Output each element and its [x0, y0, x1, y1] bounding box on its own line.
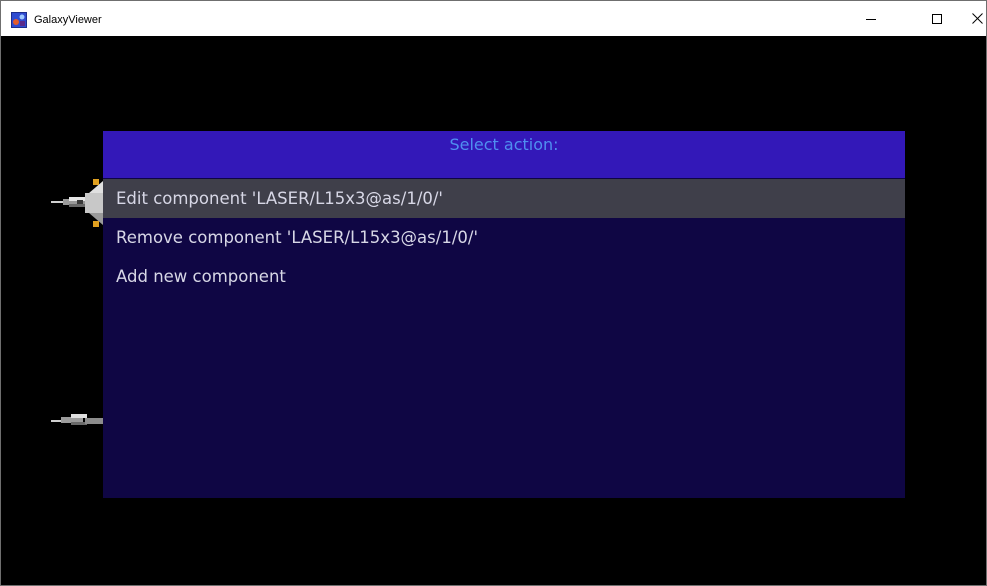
maximize-icon [932, 13, 942, 24]
game-viewport[interactable]: Select action: Edit component 'LASER/L15… [1, 36, 986, 585]
app-window: GalaxyViewer Select action: Edit compone… [0, 0, 987, 586]
menu-item-label: Remove component 'LASER/L15x3@as/1/0/' [116, 228, 478, 247]
minimize-button[interactable] [848, 1, 894, 36]
menu-item-remove-component[interactable]: Remove component 'LASER/L15x3@as/1/0/' [103, 218, 905, 257]
close-icon [971, 13, 983, 24]
menu-item-edit-component[interactable]: Edit component 'LASER/L15x3@as/1/0/' [103, 179, 905, 218]
select-action-dialog: Select action: Edit component 'LASER/L15… [103, 131, 905, 498]
title-bar[interactable]: GalaxyViewer [1, 1, 986, 36]
menu-item-add-component[interactable]: Add new component [103, 257, 905, 296]
menu-item-label: Add new component [116, 267, 286, 286]
galaxy-app-icon [11, 12, 27, 28]
minimize-icon [866, 18, 876, 20]
dialog-title: Select action: [449, 135, 559, 154]
menu-item-label: Edit component 'LASER/L15x3@as/1/0/' [116, 189, 443, 208]
dialog-header: Select action: [103, 131, 905, 178]
close-button[interactable] [954, 1, 987, 36]
window-title: GalaxyViewer [34, 14, 102, 26]
